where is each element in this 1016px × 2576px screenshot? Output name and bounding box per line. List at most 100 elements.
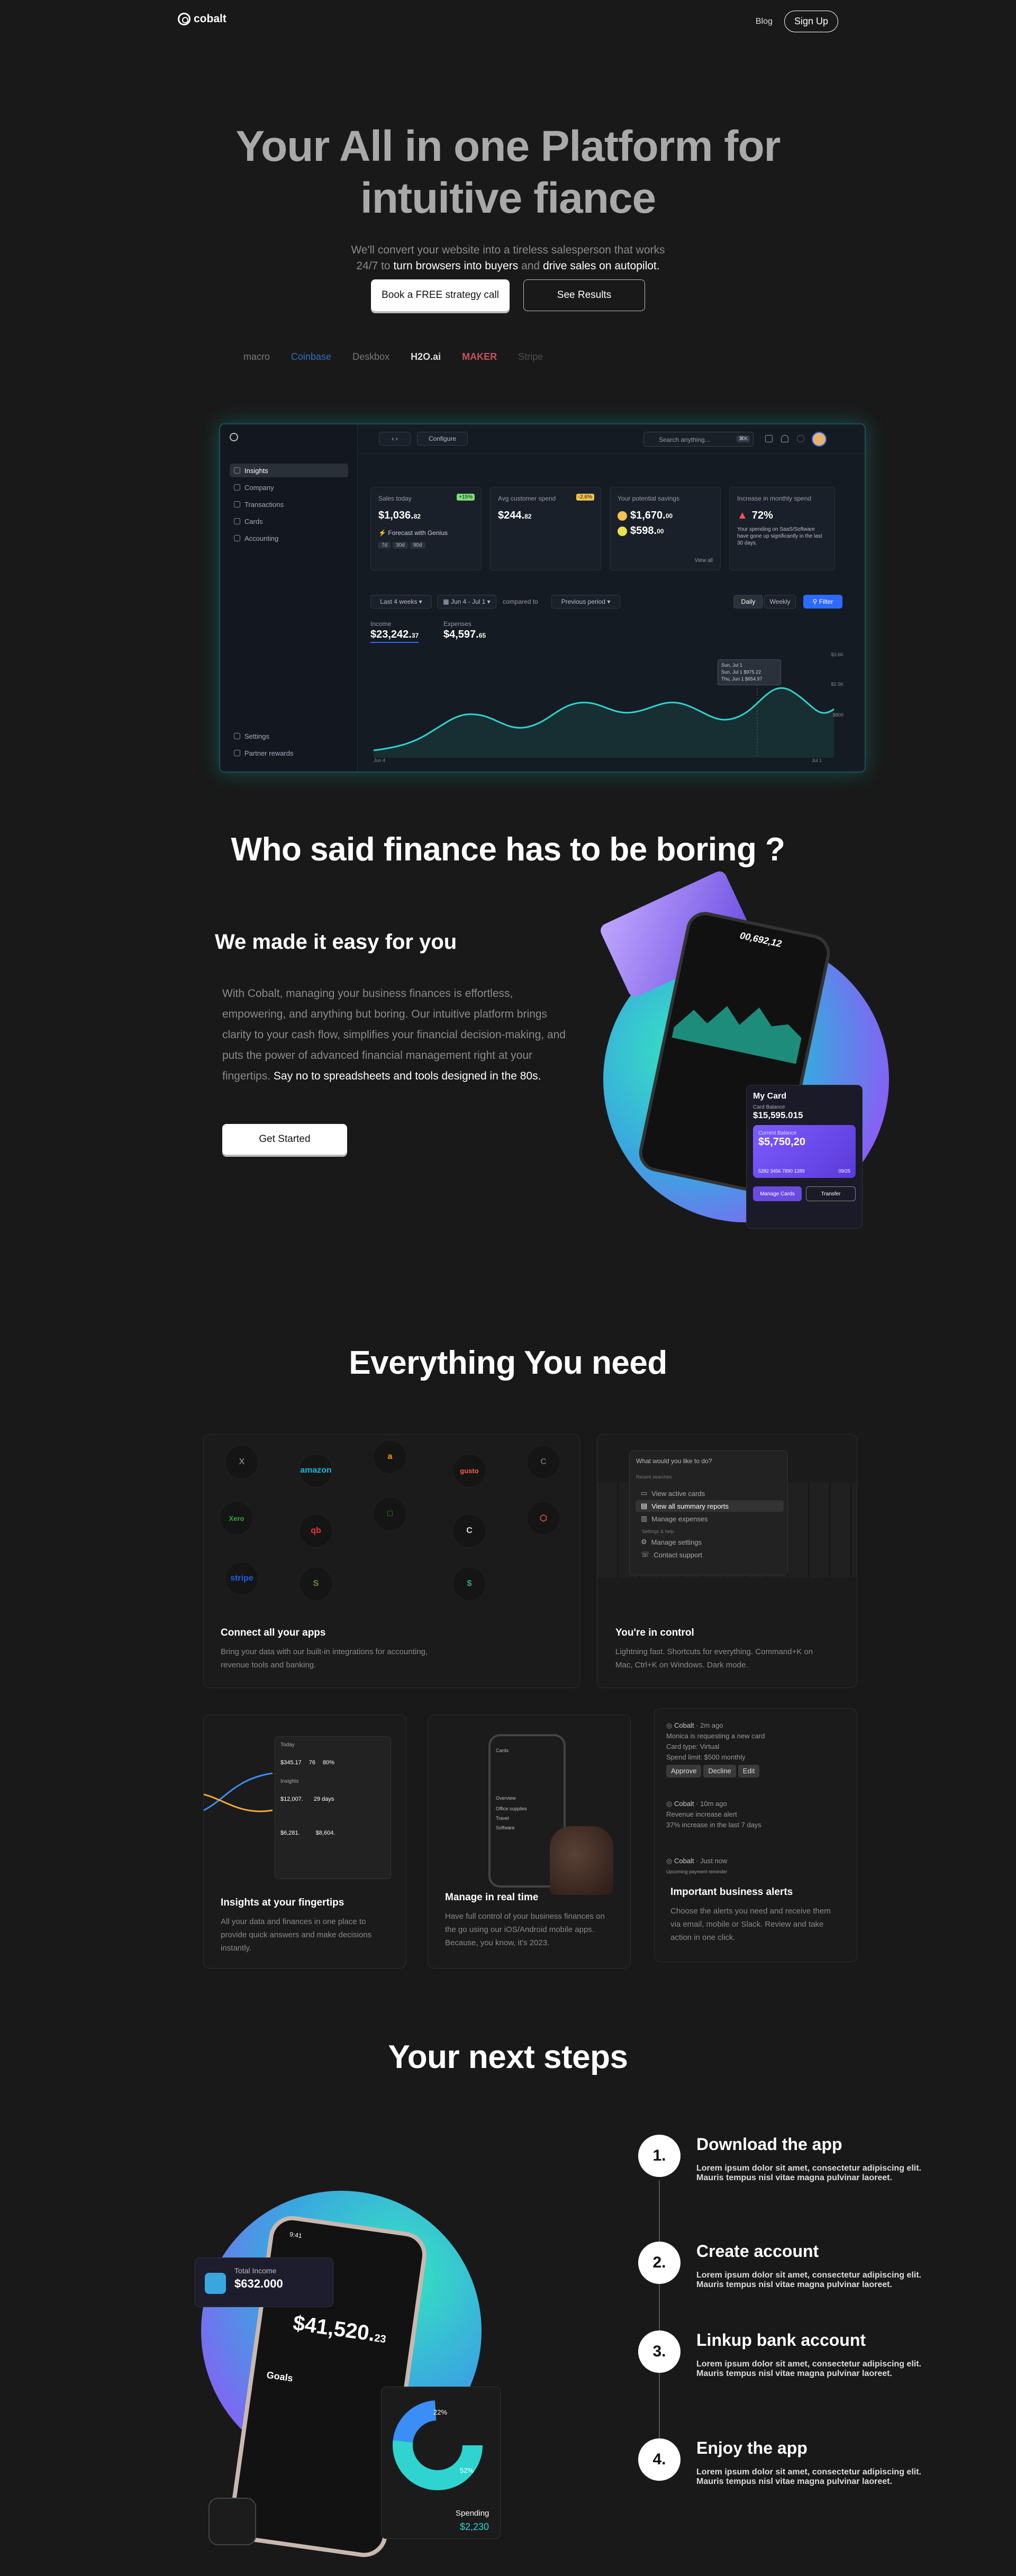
command-row[interactable]: ▭ View active cards [636, 1487, 784, 1499]
command-row[interactable]: ▥ Manage expenses [636, 1513, 784, 1525]
step-title: Download the app [696, 2135, 842, 2154]
get-started-button[interactable]: Get Started [222, 1124, 347, 1155]
search-input[interactable]: Search anything... ⌘K [643, 432, 754, 447]
steps-title: Your next steps [388, 2039, 628, 2075]
chart-tooltip: Sun, Jul 1 Sun, Jul 1 $975.22 Thu, Jun 1… [718, 659, 781, 685]
income-label: Income [370, 620, 392, 628]
hero-sub-highlight-2: drive sales on autopilot. [542, 260, 660, 272]
book-strategy-call-button[interactable]: Book a FREE strategy call [371, 279, 510, 311]
card-label: Your potential savings [618, 495, 679, 502]
alert-card[interactable]: ◎ Cobalt · 10m ago Revenue increase aler… [666, 1799, 840, 1830]
command-group-label: Recent searches [636, 1474, 672, 1480]
command-row[interactable]: ⚙ Manage settings [636, 1536, 784, 1548]
savings-cents-2: 00 [657, 527, 664, 535]
wallet-icon [205, 2273, 226, 2294]
calendar-icon[interactable] [765, 435, 773, 442]
period-select[interactable]: Last 4 weeks ▾ [370, 595, 432, 609]
toggle-daily[interactable]: Daily [733, 595, 763, 609]
sidebar-item-insights[interactable]: Insights [230, 464, 348, 477]
configure-button[interactable]: Configure [417, 432, 468, 446]
signup-button[interactable]: Sign Up [784, 11, 838, 32]
boring-body-highlight: Say no to spreadsheets and tools designe… [270, 1070, 541, 1082]
period-value: Last 4 weeks [380, 598, 418, 605]
savings-value-1: $1,670. [630, 510, 666, 521]
toggle-weekly[interactable]: Weekly [764, 595, 796, 609]
command-prompt[interactable]: What would you like to do? [636, 1457, 712, 1465]
step-number: 2. [638, 2242, 681, 2284]
command-row-selected[interactable]: ▤ View all summary reports [636, 1500, 784, 1512]
mobile-row: Software [496, 1825, 515, 1830]
comparison-select[interactable]: Previous period ▾ [551, 595, 620, 609]
hero-sub-highlight-1: turn browsers into buyers [393, 260, 519, 272]
command-row-label: Manage settings [651, 1538, 702, 1546]
nav-link-blog[interactable]: Blog [756, 17, 773, 26]
alert-time: 2m ago [700, 1721, 723, 1729]
step-title: Create account [696, 2242, 819, 2261]
sidebar-item-transactions[interactable]: Transactions [230, 497, 348, 511]
my-card-panel: My Card Card Balance $15,595.015 Current… [746, 1085, 863, 1229]
edit-button[interactable]: Edit [738, 1765, 760, 1777]
sidebar-item-settings[interactable]: Settings [230, 729, 348, 743]
cobalt-logo-icon [178, 13, 190, 25]
alert-time: Just now [700, 1857, 728, 1865]
app-icon-square: □ [373, 1497, 407, 1531]
avatar[interactable] [812, 432, 827, 447]
command-row[interactable]: ☏ Contact support [636, 1549, 784, 1561]
nav-arrows-button[interactable]: ‹ › [379, 432, 411, 446]
chip-7d[interactable]: 7d [378, 542, 391, 549]
card-note: Your spending on SaaS/Software have gone… [737, 527, 822, 546]
accounting-icon [234, 535, 240, 541]
brand-logo[interactable]: cobalt [178, 13, 226, 25]
mobile-overview-label: Overview [496, 1795, 516, 1801]
logo-stripe: Stripe [518, 351, 543, 362]
sidebar-item-cards[interactable]: Cards [230, 514, 348, 528]
sidebar-item-partner-rewards[interactable]: Partner rewards [230, 746, 348, 760]
approve-button[interactable]: Approve [666, 1765, 702, 1777]
dashboard-topbar: ‹ › Configure Search anything... ⌘K [358, 424, 865, 454]
alert-card[interactable]: ◎ Cobalt · 2m ago Monica is requesting a… [666, 1720, 840, 1777]
income-series-area [374, 688, 834, 758]
phone-time: 9:41 [289, 2230, 303, 2240]
app-icon-c: C [527, 1445, 560, 1479]
alert-detail: Spend limit: $500 monthly [666, 1753, 746, 1761]
chip-30d[interactable]: 30d [393, 542, 408, 549]
bell-icon[interactable] [781, 435, 788, 442]
chip-90d[interactable]: 90d [410, 542, 425, 549]
logo-coinbase: Coinbase [291, 351, 332, 362]
date-range-value: Jun 4 - Jul 1 [450, 598, 486, 605]
view-all-link[interactable]: View all [695, 558, 713, 564]
sidebar-item-company[interactable]: Company [230, 480, 348, 494]
step-desc: Lorem ipsum dolor sit amet, consectetur … [696, 2360, 921, 2378]
forecast-link[interactable]: ⚡ Forecast with Genius [378, 529, 474, 537]
sidebar-item-label: Transactions [244, 500, 284, 509]
alert-time: 10m ago [700, 1800, 727, 1808]
gear-icon[interactable] [797, 435, 804, 442]
alert-text: Upcoming payment reminder [666, 1869, 728, 1874]
gift-icon [234, 750, 240, 756]
step-number: 3. [638, 2330, 681, 2373]
manage-cards-button[interactable]: Manage Cards [753, 1186, 802, 1201]
filter-button[interactable]: ⚲ Filter [803, 595, 842, 609]
feature-title: Insights at your fingertips [221, 1897, 344, 1908]
date-range-select[interactable]: ▦ Jun 4 - Jul 1 ▾ [437, 595, 496, 609]
transfer-button[interactable]: Transfer [806, 1186, 856, 1201]
feature-card-mobile: Cards Overview Office supplies Travel So… [428, 1715, 631, 1969]
logo-maker: MAKER [462, 351, 497, 362]
boring-body-text: With Cobalt, managing your business fina… [222, 987, 566, 1082]
tooltip-row-1: Sun, Jul 1 $975.22 [721, 669, 761, 675]
phone-goals-label: Goals [266, 2369, 294, 2384]
step-number: 1. [638, 2135, 681, 2177]
app-icon-hex: ⬡ [527, 1501, 560, 1535]
feature-title: You're in control [615, 1627, 694, 1638]
spending-value: $2,230 [460, 2521, 489, 2532]
spending-label: Spending [456, 2509, 489, 2518]
app-icon-xero: Xero [220, 1501, 253, 1535]
alert-detail: 37% increase in the last 7 days [666, 1821, 761, 1829]
range-chips: 7d 30d 90d [378, 541, 474, 549]
step-4: 4. Enjoy the app Lorem ipsum dolor sit ame… [638, 2438, 929, 2487]
alert-card[interactable]: ◎ Cobalt · Just now Upcoming payment rem… [666, 1856, 840, 1877]
see-results-button[interactable]: See Results [523, 279, 645, 311]
decline-button[interactable]: Decline [703, 1765, 736, 1777]
expense-icon: ▥ [641, 1514, 648, 1522]
sidebar-item-accounting[interactable]: Accounting [230, 531, 348, 545]
